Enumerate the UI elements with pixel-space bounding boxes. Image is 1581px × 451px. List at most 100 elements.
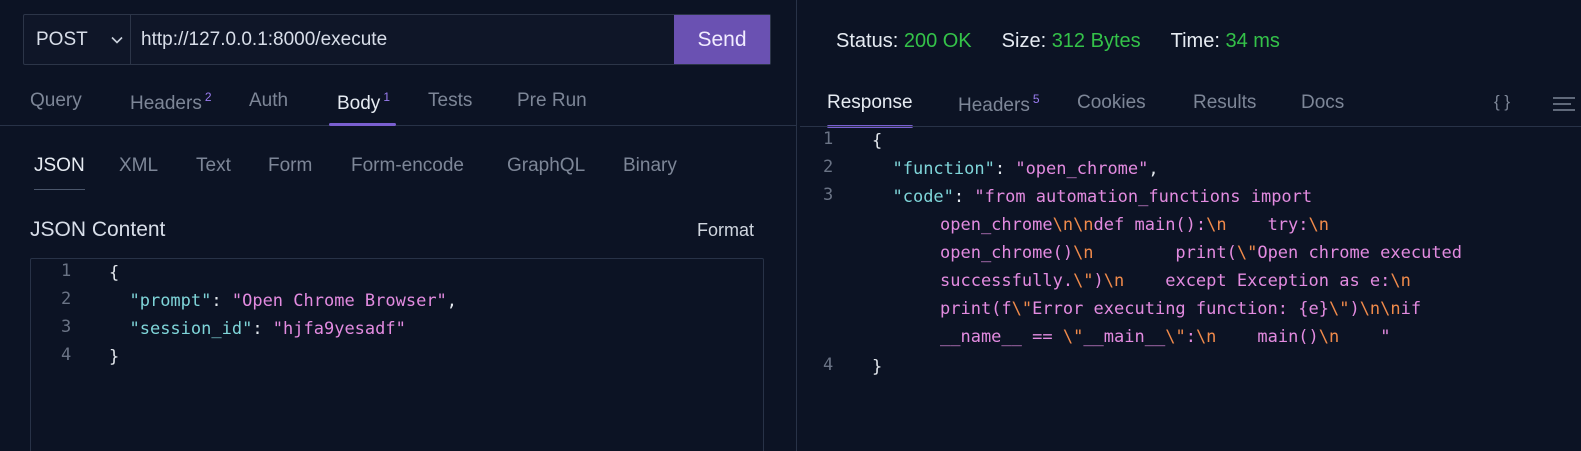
tab-response[interactable]: Response bbox=[827, 92, 913, 128]
tab-query[interactable]: Query bbox=[30, 90, 82, 112]
response-code-line: "code": "from automation_functions impor… bbox=[892, 187, 1313, 207]
time-label: Time: bbox=[1170, 30, 1220, 52]
code-segment: : bbox=[1185, 327, 1196, 347]
response-code-line: open_chrome()\n print(\"Open chrome exec… bbox=[940, 239, 1462, 267]
tab-response-headers[interactable]: Headers 5 bbox=[958, 92, 1040, 117]
json-body-editor[interactable]: 1 2 3 4 { "prompt": "Open Chrome Browser… bbox=[30, 258, 764, 451]
line-number: 3 bbox=[61, 317, 72, 337]
body-tab-form[interactable]: Form bbox=[268, 155, 312, 177]
json-key: "prompt" bbox=[129, 291, 212, 311]
json-key: "code" bbox=[892, 187, 954, 207]
code-segment: Error executing function: {e} bbox=[1032, 299, 1329, 319]
body-tab-xml[interactable]: XML bbox=[119, 155, 158, 177]
response-code-line: print(f\"Error executing function: {e}\"… bbox=[940, 295, 1421, 323]
url-input[interactable]: http://127.0.0.1:8000/execute bbox=[131, 15, 674, 64]
tab-cookies[interactable]: Cookies bbox=[1077, 92, 1146, 114]
tab-auth[interactable]: Auth bbox=[249, 90, 288, 112]
escape-sequence: \" bbox=[1236, 243, 1258, 263]
status-value: 200 OK bbox=[903, 30, 972, 52]
line-number: 2 bbox=[61, 289, 72, 309]
menu-icon[interactable] bbox=[1553, 96, 1575, 112]
escape-sequence: \" bbox=[1073, 271, 1094, 291]
code-segment: open_chrome bbox=[940, 215, 1053, 235]
code-segment: Open chrome executed bbox=[1257, 243, 1463, 263]
code-line: "session_id": "hjfa9yesadf" bbox=[129, 319, 406, 339]
escape-sequence: \n\n bbox=[1052, 215, 1094, 235]
size-value: 312 Bytes bbox=[1051, 30, 1141, 52]
code-line: { bbox=[109, 263, 120, 283]
tab-tests[interactable]: Tests bbox=[428, 90, 472, 112]
response-code-line: open_chrome\n\ndef main():\n try:\n bbox=[940, 211, 1329, 239]
response-stats: Status: 200 OK Size: 312 Bytes Time: 34 … bbox=[836, 30, 1280, 53]
tab-results[interactable]: Results bbox=[1193, 92, 1256, 114]
code-segment: try: bbox=[1226, 215, 1309, 235]
method-select[interactable]: POST bbox=[24, 15, 131, 64]
json-content-title: JSON Content bbox=[30, 218, 166, 241]
code-segment: main() bbox=[1216, 327, 1319, 347]
response-tabs-divider bbox=[800, 126, 1581, 127]
response-code-line: "function": "open_chrome", bbox=[892, 159, 1159, 179]
code-segment: "from automation_functions import bbox=[974, 187, 1313, 207]
body-tab-text[interactable]: Text bbox=[196, 155, 231, 177]
code-segment: ) bbox=[1093, 271, 1104, 291]
escape-sequence: \n bbox=[1195, 327, 1217, 347]
code-line: } bbox=[109, 347, 120, 367]
braces-icon[interactable]: { } bbox=[1494, 92, 1510, 112]
code-segment: successfully. bbox=[940, 271, 1074, 291]
escape-sequence: \n bbox=[1390, 271, 1411, 291]
json-value: "hjfa9yesadf" bbox=[272, 319, 406, 339]
escape-sequence: \n\n bbox=[1359, 299, 1401, 319]
json-value: "Open Chrome Browser" bbox=[231, 291, 447, 311]
body-tab-binary[interactable]: Binary bbox=[623, 155, 677, 177]
escape-sequence: \" bbox=[1165, 327, 1186, 347]
escape-sequence: \n bbox=[1308, 215, 1329, 235]
code-line: "prompt": "Open Chrome Browser", bbox=[129, 291, 458, 311]
response-code-line: } bbox=[872, 357, 883, 377]
body-tab-form-encode[interactable]: Form-encode bbox=[351, 155, 464, 177]
tab-docs[interactable]: Docs bbox=[1301, 92, 1344, 114]
method-label: POST bbox=[36, 28, 88, 50]
body-type-tabs: JSON XML Text Form Form-encode GraphQL B… bbox=[0, 155, 796, 195]
tab-headers[interactable]: Headers 2 bbox=[130, 90, 212, 115]
line-number: 1 bbox=[823, 129, 834, 149]
headers-count-badge: 2 bbox=[204, 90, 212, 104]
line-number: 3 bbox=[823, 185, 834, 205]
response-code-line: __name__ == \"__main__\":\n main()\n " bbox=[940, 323, 1390, 351]
body-count-badge: 1 bbox=[383, 90, 390, 104]
code-segment: except Exception as e: bbox=[1124, 271, 1391, 291]
time-value: 34 ms bbox=[1225, 30, 1280, 52]
format-button[interactable]: Format bbox=[697, 220, 754, 241]
code-segment: __main__ bbox=[1083, 327, 1166, 347]
status-label: Status: bbox=[836, 30, 899, 52]
code-segment: print(f bbox=[940, 299, 1012, 319]
tab-pre-run[interactable]: Pre Run bbox=[517, 90, 587, 112]
line-number: 1 bbox=[61, 261, 72, 281]
escape-sequence: \n bbox=[1318, 327, 1340, 347]
escape-sequence: \n bbox=[1206, 215, 1227, 235]
tab-body[interactable]: Body 1 bbox=[329, 90, 396, 126]
escape-sequence: \n bbox=[1073, 243, 1094, 263]
size-label: Size: bbox=[1001, 30, 1047, 52]
response-code-line: { bbox=[872, 131, 883, 151]
code-segment: __name__ == bbox=[940, 327, 1063, 347]
escape-sequence: \n bbox=[1103, 271, 1125, 291]
send-button[interactable]: Send bbox=[674, 15, 770, 64]
code-segment: " bbox=[1339, 327, 1391, 347]
response-code-line: successfully.\")\n except Exception as e… bbox=[940, 267, 1411, 295]
code-segment: print( bbox=[1093, 243, 1237, 263]
response-headers-count-badge: 5 bbox=[1032, 92, 1040, 106]
line-number: 4 bbox=[61, 345, 72, 365]
line-number: 4 bbox=[823, 355, 834, 375]
json-key: "function" bbox=[892, 159, 995, 179]
request-tabs: Query Headers 2 Auth Body 1 Tests Pre Run bbox=[0, 80, 796, 126]
code-segment: if bbox=[1400, 299, 1422, 319]
escape-sequence: \" bbox=[1328, 299, 1350, 319]
json-value: "open_chrome" bbox=[1015, 159, 1149, 179]
json-key: "session_id" bbox=[129, 319, 253, 339]
escape-sequence: \" bbox=[1062, 327, 1084, 347]
escape-sequence: \" bbox=[1011, 299, 1033, 319]
code-segment: def main(): bbox=[1093, 215, 1207, 235]
code-segment: ) bbox=[1349, 299, 1360, 319]
body-tab-graphql[interactable]: GraphQL bbox=[507, 155, 585, 177]
body-tab-json[interactable]: JSON bbox=[34, 155, 85, 190]
